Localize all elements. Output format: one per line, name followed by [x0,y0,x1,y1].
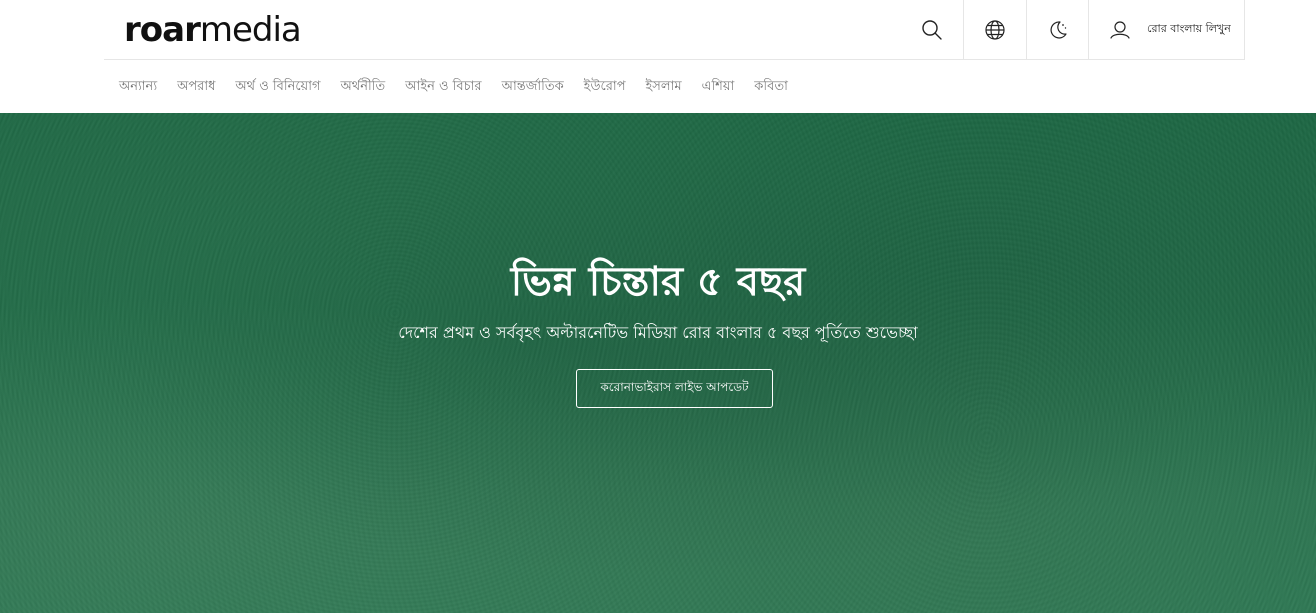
nav-item-finance-investment[interactable]: অর্থ ও বিনিয়োগ [235,77,320,98]
nav-item-poetry[interactable]: কবিতা [754,77,788,98]
nav-item-law-justice[interactable]: আইন ও বিচার [405,77,481,98]
dark-mode-toggle[interactable] [1026,0,1088,59]
nav-item-asia[interactable]: এশিয়া [702,77,735,98]
nav-item-islam[interactable]: ইসলাম [646,77,682,98]
header-inner: ro ar media রোর বাংলায় লিখুন অন্যান্য অ… [104,0,1245,113]
nav-item-others[interactable]: অন্যান্য [119,77,157,98]
write-label: রোর বাংলায় লিখুন [1147,22,1231,35]
logo-text-part2: ar [162,10,201,50]
search-icon [921,19,943,41]
language-button[interactable] [963,0,1026,59]
top-bar: ro ar media রোর বাংলায় লিখুন [104,0,1245,60]
hero-texture [0,113,1316,613]
hero-title: ভিন্ন চিন্তার ৫ বছর [510,258,806,305]
nav-item-crime[interactable]: অপরাধ [177,77,215,98]
logo-text-part1: ro [124,10,163,50]
logo-text-part3: media [199,10,302,50]
user-icon [1109,19,1131,41]
hero-banner: ভিন্ন চিন্তার ৫ বছর দেশের প্রথম ও সর্ববৃ… [0,113,1316,613]
roar-media-logo[interactable]: ro ar media [124,10,302,50]
search-button[interactable] [901,0,963,59]
nav-item-economy[interactable]: অর্থনীতি [341,77,386,98]
write-for-roar-button[interactable]: রোর বাংলায় লিখুন [1088,0,1244,59]
category-nav: অন্যান্য অপরাধ অর্থ ও বিনিয়োগ অর্থনীতি … [119,61,808,113]
nav-item-europe[interactable]: ইউরোপ [584,77,626,98]
hero-subtitle: দেশের প্রথম ও সর্ববৃহৎ অল্টারনেটিভ মিডিয… [398,323,918,342]
globe-icon [984,19,1006,41]
moon-icon [1047,19,1069,41]
site-header: ro ar media রোর বাংলায় লিখুন অন্যান্য অ… [0,0,1316,113]
coronavirus-live-update-button[interactable]: করোনাভাইরাস লাইভ আপডেট [576,369,773,408]
nav-item-international[interactable]: আন্তর্জাতিক [502,77,564,98]
